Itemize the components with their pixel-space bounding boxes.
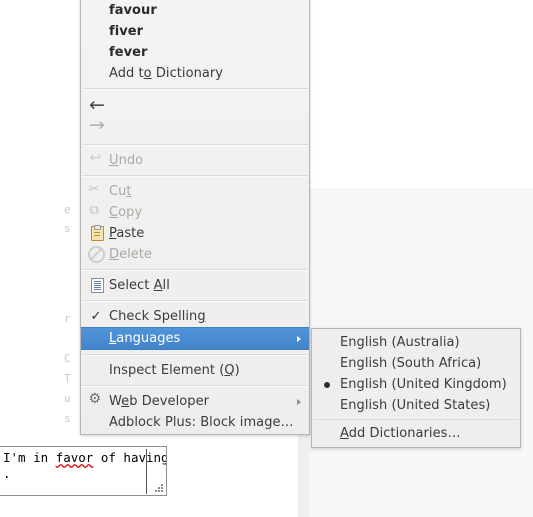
language-english-united-kingdom[interactable]: English (United Kingdom) [312,374,520,395]
suggestion-label: favour [109,3,157,18]
textarea-line-1: I'm in favor of having [3,450,167,466]
language-label: English (United Kingdom) [340,377,507,392]
copy-icon [87,203,105,221]
menu-item-add-to-dictionary[interactable]: Add to Dictionary [81,63,309,84]
adblock-plus-label: Adblock Plus: Block image… [109,415,294,430]
textarea-text-after: of having [93,450,167,465]
language-label: English (Australia) [340,335,460,350]
menu-item-check-spelling[interactable]: ✓ Check Spelling [81,306,309,327]
radio-selected-icon [318,377,336,393]
scissors-icon [87,182,105,200]
menu-item-delete: Delete [81,244,309,265]
web-developer-label: Web Developer [109,394,210,409]
language-label: English (South Africa) [340,356,482,371]
undo-icon [87,150,105,169]
menu-item-add-dictionaries[interactable]: Add Dictionaries… [312,423,520,444]
add-dictionaries-label: Add Dictionaries… [340,426,461,441]
suggestion-fiver[interactable]: fiver [81,21,309,42]
spacer-icon [87,24,105,40]
menu-separator [82,88,308,90]
spacer-icon [87,66,105,82]
textarea-line-2: . [3,466,11,481]
submenu-separator [313,419,519,420]
chevron-right-icon [297,335,301,342]
forward-arrow-icon: → [89,114,105,136]
paste-label: Paste [109,226,145,241]
textarea-resize-grip[interactable] [152,481,164,493]
menu-item-web-developer[interactable]: Web Developer [81,391,309,412]
document-icon [87,278,105,294]
radio-empty-icon [318,398,336,414]
inspect-element-label: Inspect Element (Q) [109,363,240,378]
clipboard-icon [87,225,105,242]
menu-item-inspect-element[interactable]: Inspect Element (Q) [81,360,309,381]
menu-item-copy: Copy [81,202,309,223]
spacer-icon [87,363,105,379]
comment-textarea[interactable]: I'm in favor of having . [0,446,167,496]
navigation-row: ← → [81,94,309,140]
context-menu[interactable]: favour fiver fever Add to Dictionary ← →… [80,0,310,435]
delete-label: Delete [109,247,153,262]
suggestion-label: fiver [109,24,144,39]
menu-separator [82,175,308,177]
text-caret [146,449,147,494]
copy-label: Copy [109,205,143,220]
language-english-australia[interactable]: English (Australia) [312,332,520,353]
undo-label: Undo [109,153,144,168]
back-arrow-icon[interactable]: ← [89,96,105,115]
menu-item-paste[interactable]: Paste [81,223,309,244]
language-label: English (United States) [340,398,491,413]
menu-item-cut: Cut [81,181,309,202]
suggestion-favour[interactable]: favour [81,0,309,21]
menu-separator [82,354,308,356]
menu-separator [82,385,308,387]
radio-empty-icon [318,335,336,351]
menu-item-languages[interactable]: Languages [81,327,309,350]
chevron-right-icon [297,398,301,405]
add-to-dictionary-label: Add to Dictionary [109,66,224,81]
menu-separator [82,144,308,146]
forbidden-icon [87,246,105,263]
spacer-icon [318,426,336,442]
select-all-label: Select All [109,278,170,293]
suggestion-fever[interactable]: fever [81,42,309,63]
textarea-text-before: I'm in [3,450,56,465]
cut-label: Cut [109,184,132,199]
misspelled-word: favor [55,450,94,465]
check-spelling-label: Check Spelling [109,309,206,324]
spacer-icon [87,3,105,19]
radio-empty-icon [318,356,336,372]
menu-separator [82,300,308,302]
menu-item-undo: Undo [81,150,309,171]
language-english-south-africa[interactable]: English (South Africa) [312,353,520,374]
menu-separator [82,269,308,271]
languages-submenu[interactable]: English (Australia) English (South Afric… [311,328,521,448]
languages-label: Languages [109,331,181,346]
suggestion-label: fever [109,45,148,60]
menu-item-select-all[interactable]: Select All [81,275,309,296]
menu-item-adblock-plus[interactable]: Adblock Plus: Block image… [81,412,309,433]
spacer-icon [87,331,105,347]
checkmark-icon: ✓ [90,309,102,324]
spacer-icon [87,415,105,431]
gear-icon [87,391,105,410]
spacer-icon [87,45,105,61]
language-english-united-states[interactable]: English (United States) [312,395,520,416]
